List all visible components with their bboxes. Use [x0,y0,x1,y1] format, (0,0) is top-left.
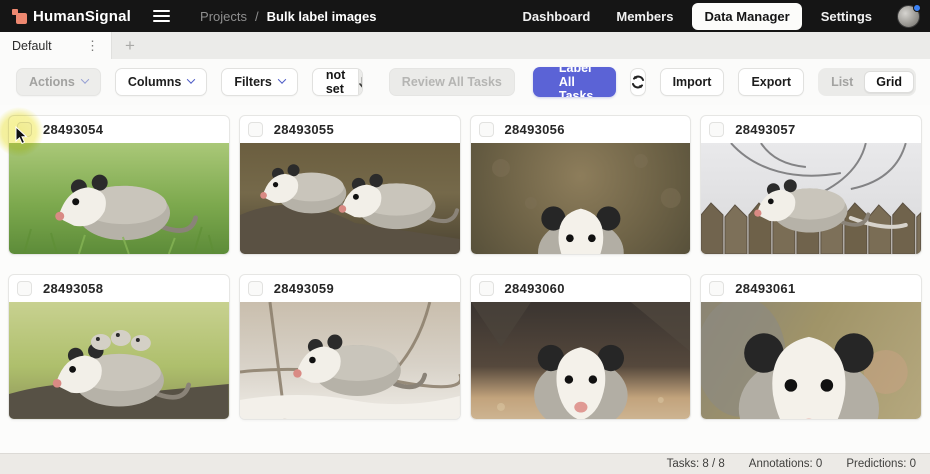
humansignal-logo-icon [12,9,27,24]
task-id: 28493057 [735,122,795,137]
task-card[interactable]: 28493058 [8,274,230,420]
view-toggle: List Grid [818,68,916,96]
task-card[interactable]: 28493061 [700,274,922,420]
user-avatar[interactable] [897,5,920,28]
label-all-label: Label All Tasks [533,67,616,97]
top-header: HumanSignal Projects / Bulk label images… [0,0,930,32]
opossum-illustration [240,143,460,254]
task-card[interactable]: 28493056 [470,115,692,255]
hamburger-menu-icon[interactable] [149,6,174,27]
header-nav: Dashboard Members Data Manager Settings [511,0,883,32]
task-image[interactable] [9,302,229,419]
brand[interactable]: HumanSignal [12,8,131,25]
task-image[interactable] [9,143,229,254]
nav-dashboard[interactable]: Dashboard [511,3,601,30]
chevron-down-icon [81,75,89,83]
task-image[interactable] [240,143,460,254]
breadcrumb-projects[interactable]: Projects [200,9,247,24]
opossum-illustration [701,302,921,419]
task-image[interactable] [240,302,460,419]
filters-button[interactable]: Filters [221,68,298,96]
task-checkbox[interactable] [479,281,494,296]
task-card[interactable]: 28493059 [239,274,461,420]
task-checkbox[interactable] [248,122,263,137]
task-image[interactable] [471,302,691,419]
task-card[interactable]: 28493057 [700,115,922,255]
task-id: 28493054 [43,122,103,137]
import-button[interactable]: Import [660,68,725,96]
actions-button[interactable]: Actions [16,68,101,96]
notification-dot [913,4,921,12]
task-checkbox[interactable] [248,281,263,296]
ordering-value[interactable]: not set [313,69,358,95]
import-label: Import [673,75,712,89]
nav-data-manager[interactable]: Data Manager [692,3,801,30]
task-card[interactable]: 28493055 [239,115,461,255]
tasks-count: Tasks: 8 / 8 [667,458,725,470]
data-manager-toolbar: Actions Columns Filters not set Review A… [0,59,930,105]
review-all-tasks-button[interactable]: Review All Tasks [389,68,515,96]
task-checkbox[interactable] [479,122,494,137]
refresh-icon [631,75,645,89]
task-id: 28493061 [735,281,795,296]
tab-default[interactable]: Default ⋮ [0,32,112,59]
sort-order-icon[interactable] [358,69,363,95]
tab-menu-icon[interactable]: ⋮ [83,38,102,54]
columns-label: Columns [128,75,181,89]
breadcrumb-separator: / [255,9,259,24]
filters-label: Filters [234,75,272,89]
task-grid: 28493054 28493055 [8,115,922,420]
task-checkbox[interactable] [709,281,724,296]
review-all-label: Review All Tasks [402,75,502,89]
view-tab-bar: Default ⋮ + [0,32,930,59]
task-grid-area: 28493054 28493055 [0,105,930,453]
view-toggle-grid[interactable]: Grid [864,71,914,93]
opossum-illustration [471,143,691,254]
task-image[interactable] [471,143,691,254]
brand-name: HumanSignal [33,8,131,25]
task-id: 28493058 [43,281,103,296]
export-label: Export [751,75,791,89]
task-checkbox[interactable] [709,122,724,137]
columns-button[interactable]: Columns [115,68,207,96]
actions-label: Actions [29,75,75,89]
task-image[interactable] [701,143,921,254]
task-id: 28493059 [274,281,334,296]
add-tab-button[interactable]: + [112,32,148,59]
data-manager-app: HumanSignal Projects / Bulk label images… [0,0,930,474]
task-card[interactable]: 28493060 [470,274,692,420]
nav-members[interactable]: Members [605,3,684,30]
task-checkbox[interactable] [17,281,32,296]
breadcrumb-current: Bulk label images [267,9,377,24]
tab-label: Default [12,39,52,53]
opossum-illustration [471,302,691,419]
task-image[interactable] [701,302,921,419]
task-id: 28493060 [505,281,565,296]
chevron-down-icon [278,75,286,83]
view-toggle-list[interactable]: List [820,72,864,92]
breadcrumb: Projects / Bulk label images [200,9,376,24]
opossum-illustration [240,302,460,419]
nav-settings[interactable]: Settings [810,3,883,30]
opossum-illustration [9,302,229,419]
predictions-count: Predictions: 0 [846,458,916,470]
annotations-count: Annotations: 0 [749,458,823,470]
task-id: 28493055 [274,122,334,137]
opossum-illustration [9,143,229,254]
chevron-down-icon [187,75,195,83]
task-id: 28493056 [505,122,565,137]
ordering-control: not set [312,68,363,96]
export-button[interactable]: Export [738,68,804,96]
opossum-illustration [701,143,921,254]
status-bar: Tasks: 8 / 8 Annotations: 0 Predictions:… [0,453,930,474]
refresh-button[interactable] [630,68,646,96]
label-all-tasks-button[interactable]: Label All Tasks [533,67,616,97]
task-card[interactable]: 28493054 [8,115,230,255]
task-checkbox[interactable] [17,122,32,137]
